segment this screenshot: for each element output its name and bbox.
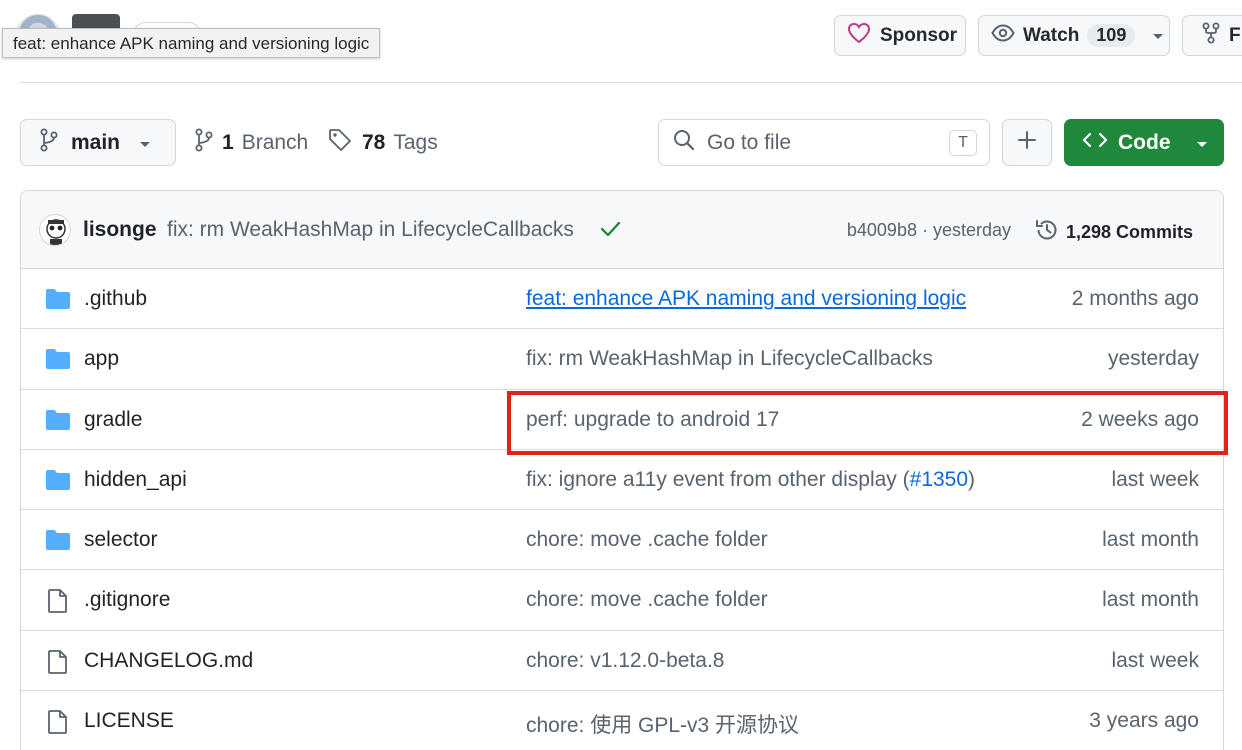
plus-icon bbox=[1017, 130, 1037, 155]
git-branch-icon bbox=[194, 128, 214, 158]
file-row[interactable]: hidden_api fix: ignore a11y event from o… bbox=[21, 450, 1223, 511]
file-row[interactable]: .gitignore chore: move .cache folder las… bbox=[21, 570, 1223, 631]
file-name[interactable]: .gitignore bbox=[84, 588, 170, 612]
code-label: Code bbox=[1118, 130, 1171, 154]
branches-label: Branch bbox=[241, 130, 309, 154]
tags-count: 78 bbox=[362, 130, 386, 154]
chevron-down-icon[interactable] bbox=[1151, 25, 1165, 47]
commit-author[interactable]: lisonge bbox=[83, 218, 157, 242]
go-to-file-placeholder: Go to file bbox=[707, 130, 792, 154]
commit-time: 3 years ago bbox=[1089, 709, 1199, 733]
commit-time: last week bbox=[1111, 467, 1199, 491]
file-name[interactable]: LICENSE bbox=[84, 709, 174, 733]
add-file-button[interactable] bbox=[1002, 119, 1052, 166]
commit-message[interactable]: fix: rm WeakHashMap in LifecycleCallback… bbox=[167, 218, 574, 242]
commit-time: yesterday bbox=[1107, 347, 1199, 371]
file-browser: lisonge fix: rm WeakHashMap in Lifecycle… bbox=[20, 190, 1224, 750]
author-avatar[interactable] bbox=[39, 214, 71, 246]
branch-select-button[interactable]: main bbox=[20, 119, 176, 166]
folder-icon bbox=[45, 287, 71, 316]
commit-message-link[interactable]: fix: rm WeakHashMap in LifecycleCallback… bbox=[526, 347, 933, 371]
watch-label: Watch bbox=[1023, 24, 1080, 46]
commit-time: 2 weeks ago bbox=[1081, 407, 1199, 431]
git-branch-icon bbox=[39, 128, 59, 158]
commits-count: 1,298 Commits bbox=[1065, 222, 1193, 242]
file-row[interactable]: CHANGELOG.md chore: v1.12.0-beta.8 last … bbox=[21, 631, 1223, 692]
file-row[interactable]: gradle perf: upgrade to android 17 2 wee… bbox=[21, 390, 1223, 450]
eye-icon bbox=[991, 23, 1015, 48]
fork-icon bbox=[1201, 22, 1221, 50]
commit-message-link[interactable]: chore: 使用 GPL-v3 开源协议 bbox=[526, 709, 799, 739]
chevron-down-icon bbox=[138, 131, 152, 155]
commit-message-link[interactable]: fix: ignore a11y event from other displa… bbox=[526, 468, 975, 492]
commit-sha-time[interactable]: b4009b8 · yesterday bbox=[847, 220, 1011, 241]
go-to-file-input[interactable]: Go to file T bbox=[658, 119, 990, 166]
file-row[interactable]: app fix: rm WeakHashMap in LifecycleCall… bbox=[21, 329, 1223, 390]
tags-link[interactable]: 78 Tags bbox=[328, 119, 438, 166]
commit-message-text: fix: ignore a11y event from other displa… bbox=[526, 467, 910, 491]
tags-label: Tags bbox=[393, 130, 438, 154]
commits-link[interactable]: 1,298 Commits bbox=[1034, 217, 1193, 248]
issue-reference-link[interactable]: #1350 bbox=[910, 468, 968, 491]
commit-message-link[interactable]: perf: upgrade to android 17 bbox=[526, 408, 779, 432]
commit-message-tail: ) bbox=[968, 467, 976, 491]
watch-count: 109 bbox=[1087, 24, 1136, 47]
watch-button[interactable]: Watch 109 bbox=[978, 15, 1170, 56]
tooltip: feat: enhance APK naming and versioning … bbox=[2, 28, 381, 58]
header-divider bbox=[20, 82, 1242, 83]
latest-commit-bar: lisonge fix: rm WeakHashMap in Lifecycle… bbox=[21, 191, 1223, 269]
commit-time: 2 months ago bbox=[1071, 287, 1199, 310]
file-name[interactable]: hidden_api bbox=[84, 468, 187, 492]
branches-link[interactable]: 1 Branch bbox=[194, 119, 308, 166]
commit-message-link[interactable]: feat: enhance APK naming and versioning … bbox=[526, 287, 966, 311]
search-icon bbox=[673, 129, 695, 157]
history-icon bbox=[1034, 217, 1060, 248]
file-name[interactable]: gradle bbox=[84, 408, 142, 432]
code-icon bbox=[1082, 130, 1108, 156]
heart-icon bbox=[847, 22, 871, 50]
commit-message-link[interactable]: chore: move .cache folder bbox=[526, 588, 768, 612]
folder-icon bbox=[45, 468, 71, 497]
folder-icon bbox=[45, 528, 71, 557]
file-row[interactable]: selector chore: move .cache folder last … bbox=[21, 510, 1223, 571]
commit-time: last month bbox=[1102, 528, 1199, 552]
chevron-down-icon bbox=[1195, 131, 1209, 155]
file-name[interactable]: .github bbox=[84, 287, 147, 311]
file-icon bbox=[45, 649, 71, 680]
file-row[interactable]: LICENSE chore: 使用 GPL-v3 开源协议 3 years ag… bbox=[21, 691, 1223, 750]
file-name[interactable]: app bbox=[84, 347, 119, 371]
commit-message-link[interactable]: chore: v1.12.0-beta.8 bbox=[526, 649, 724, 673]
commit-time: last week bbox=[1111, 648, 1199, 672]
tag-icon bbox=[328, 128, 354, 158]
check-icon[interactable] bbox=[599, 219, 621, 244]
branch-name: main bbox=[71, 130, 121, 154]
sponsor-button[interactable]: Sponsor bbox=[834, 15, 966, 56]
file-row[interactable]: .github feat: enhance APK naming and ver… bbox=[21, 269, 1223, 330]
file-name[interactable]: CHANGELOG.md bbox=[84, 649, 253, 673]
commit-message-link[interactable]: chore: move .cache folder bbox=[526, 528, 768, 552]
folder-icon bbox=[45, 347, 71, 376]
fork-label: F bbox=[1229, 24, 1241, 46]
file-icon bbox=[45, 709, 71, 740]
folder-icon bbox=[45, 408, 71, 437]
file-name[interactable]: selector bbox=[84, 528, 158, 552]
code-button[interactable]: Code bbox=[1064, 119, 1224, 166]
commit-time: last month bbox=[1102, 588, 1199, 612]
sponsor-label: Sponsor bbox=[880, 24, 958, 46]
fork-button[interactable]: F bbox=[1182, 15, 1242, 56]
keyboard-shortcut-hint: T bbox=[949, 130, 977, 156]
branches-count: 1 bbox=[222, 130, 234, 154]
file-icon bbox=[45, 588, 71, 619]
